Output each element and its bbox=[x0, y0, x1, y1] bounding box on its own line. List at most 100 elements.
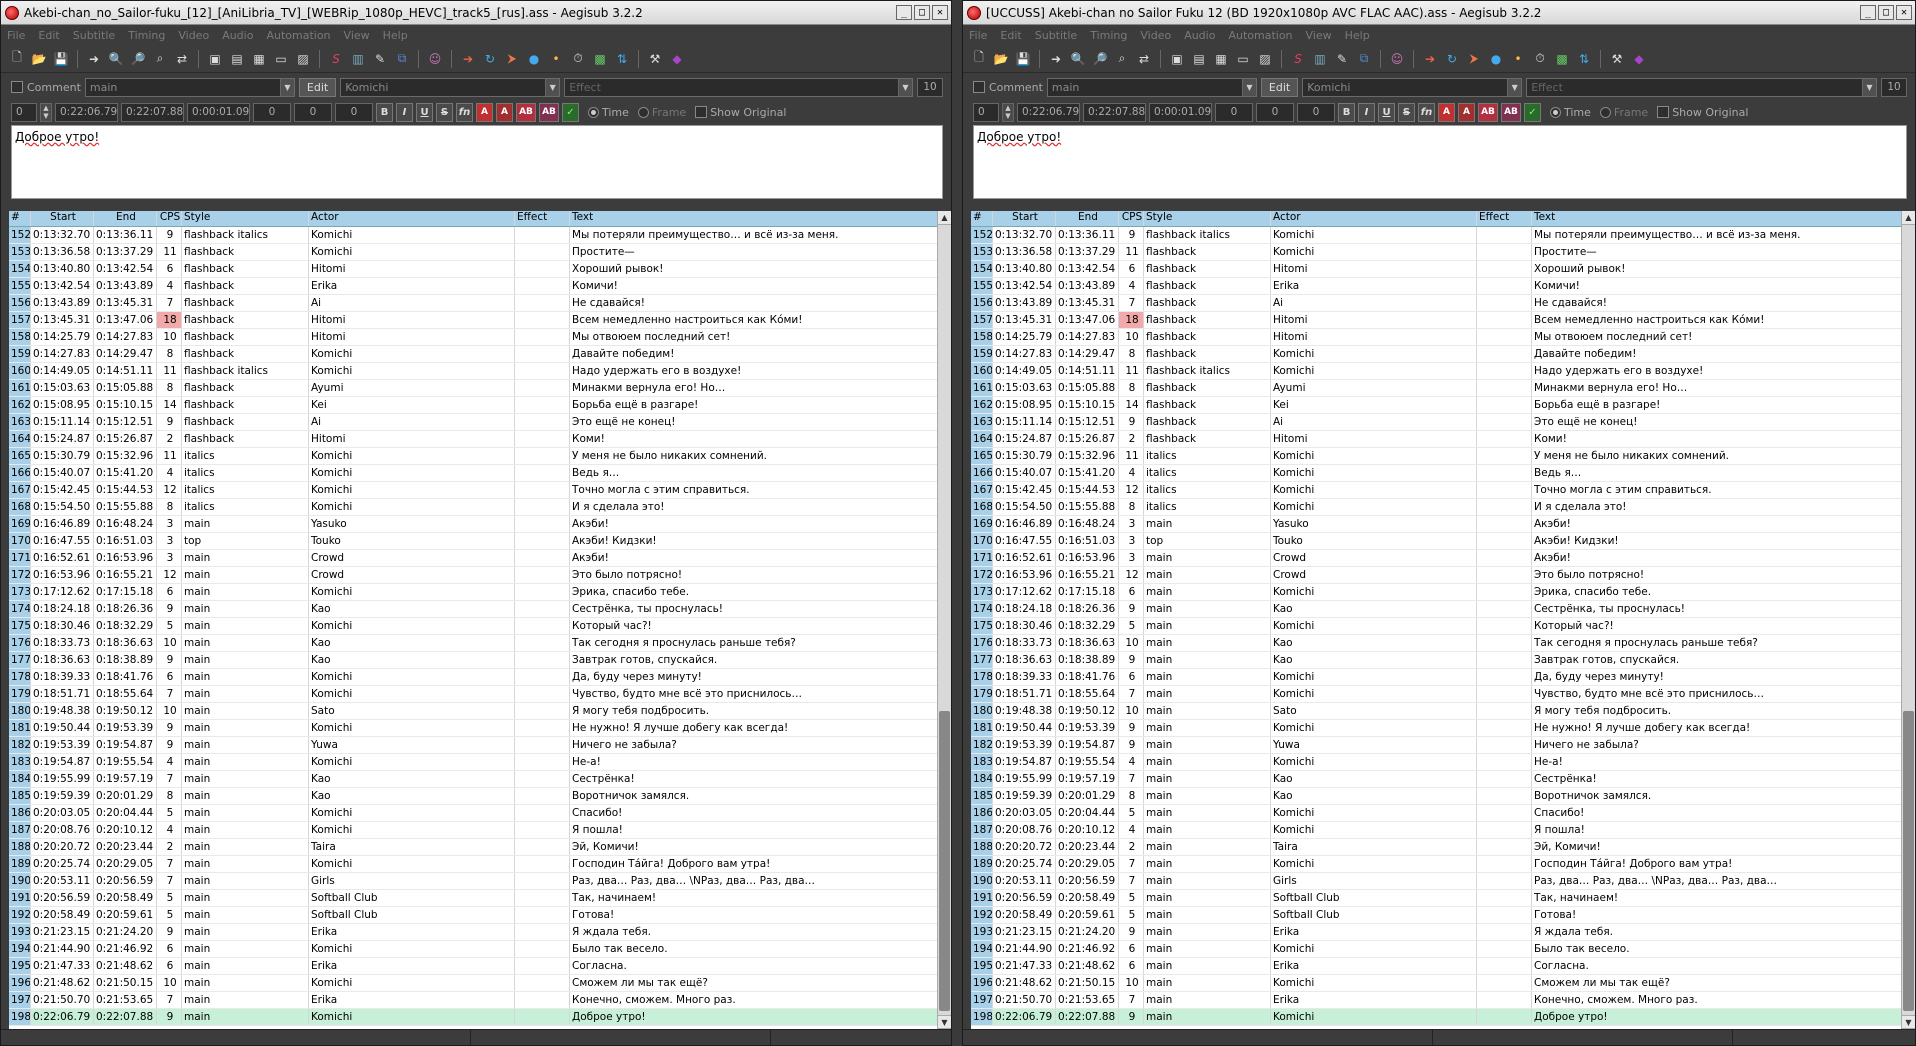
table-row[interactable]: 198 0:22:06.79 0:22:07.88 9 main Komichi… bbox=[9, 1009, 951, 1026]
table-row[interactable]: 179 0:18:51.71 0:18:55.64 7 main Komichi… bbox=[9, 686, 951, 703]
maximize-button[interactable]: □ bbox=[914, 5, 930, 20]
table-row[interactable]: 186 0:20:03.05 0:20:04.44 5 main Komichi… bbox=[9, 805, 951, 822]
table-row[interactable]: 184 0:19:55.99 0:19:57.19 7 main Kao Сес… bbox=[971, 771, 1915, 788]
table-row[interactable]: 191 0:20:56.59 0:20:58.49 5 main Softbal… bbox=[9, 890, 951, 907]
zoom-in-icon[interactable]: 🔍 bbox=[106, 49, 126, 69]
table-row[interactable]: 173 0:17:12.62 0:17:15.18 6 main Komichi… bbox=[9, 584, 951, 601]
style-editor-icon[interactable]: S bbox=[1288, 49, 1308, 69]
table-row[interactable]: 161 0:15:03.63 0:15:05.88 8 flashback Ay… bbox=[971, 380, 1915, 397]
table-row[interactable]: 182 0:19:53.39 0:19:54.87 9 main Yuwa Ни… bbox=[9, 737, 951, 754]
minimize-button[interactable]: _ bbox=[1860, 5, 1876, 20]
table-row[interactable]: 172 0:16:53.96 0:16:55.21 12 main Crowd … bbox=[9, 567, 951, 584]
table-row[interactable]: 168 0:15:54.50 0:15:55.88 8 italics Komi… bbox=[971, 499, 1915, 516]
resolution-icon[interactable]: ▭ bbox=[271, 49, 291, 69]
table-row[interactable]: 171 0:16:52.61 0:16:53.96 3 main Crowd А… bbox=[9, 550, 951, 567]
styles-manager-icon[interactable]: ▨ bbox=[293, 49, 313, 69]
bold-button[interactable]: B bbox=[1338, 102, 1355, 122]
table-row[interactable]: 172 0:16:53.96 0:16:55.21 12 main Crowd … bbox=[971, 567, 1915, 584]
new-file-icon[interactable]: 🗋 bbox=[969, 49, 989, 69]
spellcheck-icon[interactable]: ✎ bbox=[1332, 49, 1352, 69]
find-icon[interactable]: ⌕ bbox=[150, 49, 170, 69]
open-file-icon[interactable]: 📂 bbox=[991, 49, 1011, 69]
snap-keyframe-icon[interactable]: ● bbox=[524, 49, 544, 69]
table-row[interactable]: 189 0:20:25.74 0:20:29.05 7 main Komichi… bbox=[9, 856, 951, 873]
table-row[interactable]: 181 0:19:50.44 0:19:53.39 9 main Komichi… bbox=[9, 720, 951, 737]
snap-keyframe-icon[interactable]: ● bbox=[1486, 49, 1506, 69]
table-row[interactable]: 193 0:21:23.15 0:21:24.20 9 main Erika Я… bbox=[9, 924, 951, 941]
bold-button[interactable]: B bbox=[376, 102, 393, 122]
underline-button[interactable]: U bbox=[416, 102, 433, 122]
table-row[interactable]: 177 0:18:36.63 0:18:38.89 9 main Kao Зав… bbox=[971, 652, 1915, 669]
commit-checkmark-icon[interactable]: ✓ bbox=[562, 102, 579, 122]
table-row[interactable]: 160 0:14:49.05 0:14:51.11 11 flashback i… bbox=[971, 363, 1915, 380]
layer-field[interactable]: 0 bbox=[973, 102, 999, 122]
table-row[interactable]: 185 0:19:59.39 0:20:01.29 8 main Kao Вор… bbox=[971, 788, 1915, 805]
underline-button[interactable]: U bbox=[1378, 102, 1395, 122]
table-row[interactable]: 192 0:20:58.49 0:20:59.61 5 main Softbal… bbox=[971, 907, 1915, 924]
outline-color-button[interactable]: AB bbox=[516, 102, 536, 122]
close-button[interactable]: ✕ bbox=[932, 5, 948, 20]
menu-video[interactable]: Video bbox=[178, 29, 209, 42]
menu-video[interactable]: Video bbox=[1140, 29, 1171, 42]
table-row[interactable]: 167 0:15:42.45 0:15:44.53 12 italics Kom… bbox=[9, 482, 951, 499]
edit-style-button[interactable]: Edit bbox=[1260, 77, 1299, 97]
secondary-color-button[interactable]: A bbox=[496, 102, 513, 122]
automation-icon[interactable]: ☺ bbox=[425, 49, 445, 69]
zoom-out-icon[interactable]: 🔎 bbox=[1090, 49, 1110, 69]
table-row[interactable]: 175 0:18:30.46 0:18:32.29 5 main Komichi… bbox=[9, 618, 951, 635]
menu-edit[interactable]: Edit bbox=[38, 29, 59, 42]
table-row[interactable]: 187 0:20:08.76 0:20:10.12 4 main Komichi… bbox=[971, 822, 1915, 839]
table-row[interactable]: 169 0:16:46.89 0:16:48.24 3 main Yasuko … bbox=[9, 516, 951, 533]
find-icon[interactable]: ⌕ bbox=[1112, 49, 1132, 69]
replace-icon[interactable]: ⇄ bbox=[1134, 49, 1154, 69]
table-row[interactable]: 157 0:13:45.31 0:13:47.06 18 flashback H… bbox=[9, 312, 951, 329]
show-original-checkbox[interactable] bbox=[695, 106, 708, 118]
table-row[interactable]: 195 0:21:47.33 0:21:48.62 6 main Erika С… bbox=[971, 958, 1915, 975]
snap-scene-icon[interactable]: ⮞ bbox=[502, 49, 522, 69]
table-row[interactable]: 173 0:17:12.62 0:17:15.18 6 main Komichi… bbox=[971, 584, 1915, 601]
duration-field[interactable]: 0:00:01.09 bbox=[187, 102, 250, 122]
table-row[interactable]: 160 0:14:49.05 0:14:51.11 11 flashback i… bbox=[9, 363, 951, 380]
margin-left-field[interactable]: 0 bbox=[1215, 102, 1253, 122]
table-row[interactable]: 176 0:18:33.73 0:18:36.63 10 main Kao Та… bbox=[971, 635, 1915, 652]
table-row[interactable]: 186 0:20:03.05 0:20:04.44 5 main Komichi… bbox=[971, 805, 1915, 822]
table-row[interactable]: 164 0:15:24.87 0:15:26.87 2 flashback Hi… bbox=[9, 431, 951, 448]
table-row[interactable]: 152 0:13:32.70 0:13:36.11 9 flashback it… bbox=[971, 227, 1915, 244]
table-row[interactable]: 174 0:18:24.18 0:18:26.36 9 main Kao Сес… bbox=[971, 601, 1915, 618]
outline-color-button[interactable]: AB bbox=[1478, 102, 1498, 122]
table-row[interactable]: 176 0:18:33.73 0:18:36.63 10 main Kao Та… bbox=[9, 635, 951, 652]
table-row[interactable]: 155 0:13:42.54 0:13:43.89 4 flashback Er… bbox=[971, 278, 1915, 295]
menu-edit[interactable]: Edit bbox=[1000, 29, 1021, 42]
comment-checkbox[interactable] bbox=[11, 81, 23, 93]
table-row[interactable]: 189 0:20:25.74 0:20:29.05 7 main Komichi… bbox=[971, 856, 1915, 873]
table-row[interactable]: 190 0:20:53.11 0:20:56.59 7 main Girls Р… bbox=[9, 873, 951, 890]
automation-icon[interactable]: ☺ bbox=[1387, 49, 1407, 69]
translation-assistant-icon[interactable]: ▥ bbox=[1310, 49, 1330, 69]
margin-vertical-field[interactable]: 0 bbox=[1297, 102, 1335, 122]
start-time-field[interactable]: 0:22:06.79 bbox=[1017, 102, 1080, 122]
table-row[interactable]: 193 0:21:23.15 0:21:24.20 9 main Erika Я… bbox=[971, 924, 1915, 941]
layer-spinner[interactable]: ▲ ▼ bbox=[1002, 102, 1014, 122]
zoom-in-icon[interactable]: 🔍 bbox=[1068, 49, 1088, 69]
margin-vertical-field[interactable]: 0 bbox=[335, 102, 373, 122]
fonts-collector-icon[interactable]: ▤ bbox=[1189, 49, 1209, 69]
secondary-color-button[interactable]: A bbox=[1458, 102, 1475, 122]
table-row[interactable]: 161 0:15:03.63 0:15:05.88 8 flashback Ay… bbox=[9, 380, 951, 397]
effect-combo[interactable]: Effect ▼ bbox=[564, 77, 913, 97]
table-row[interactable]: 168 0:15:54.50 0:15:55.88 8 italics Komi… bbox=[9, 499, 951, 516]
table-row[interactable]: 188 0:20:20.72 0:20:23.44 2 main Taira Э… bbox=[971, 839, 1915, 856]
table-row[interactable]: 196 0:21:48.62 0:21:50.15 10 main Komich… bbox=[9, 975, 951, 992]
table-row[interactable]: 155 0:13:42.54 0:13:43.89 4 flashback Er… bbox=[9, 278, 951, 295]
start-time-field[interactable]: 0:22:06.79 bbox=[55, 102, 118, 122]
menu-subtitle[interactable]: Subtitle bbox=[1035, 29, 1077, 42]
table-row[interactable]: 170 0:16:47.55 0:16:51.03 3 top Touko Ак… bbox=[971, 533, 1915, 550]
grid-scrollbar[interactable]: ▲ ▼ bbox=[1901, 211, 1915, 1029]
table-row[interactable]: 158 0:14:25.79 0:14:27.83 10 flashback H… bbox=[971, 329, 1915, 346]
title-bar[interactable]: [UCCUSS] Akebi-chan no Sailor Fuku 12 (B… bbox=[963, 1, 1915, 25]
menu-automation[interactable]: Automation bbox=[266, 29, 330, 42]
snap-scene-icon[interactable]: ⮞ bbox=[1464, 49, 1484, 69]
select-lines-icon[interactable]: ▩ bbox=[590, 49, 610, 69]
spellcheck-icon[interactable]: ✎ bbox=[370, 49, 390, 69]
layer-field[interactable]: 0 bbox=[11, 102, 37, 122]
table-row[interactable]: 153 0:13:36.58 0:13:37.29 11 flashback K… bbox=[9, 244, 951, 261]
